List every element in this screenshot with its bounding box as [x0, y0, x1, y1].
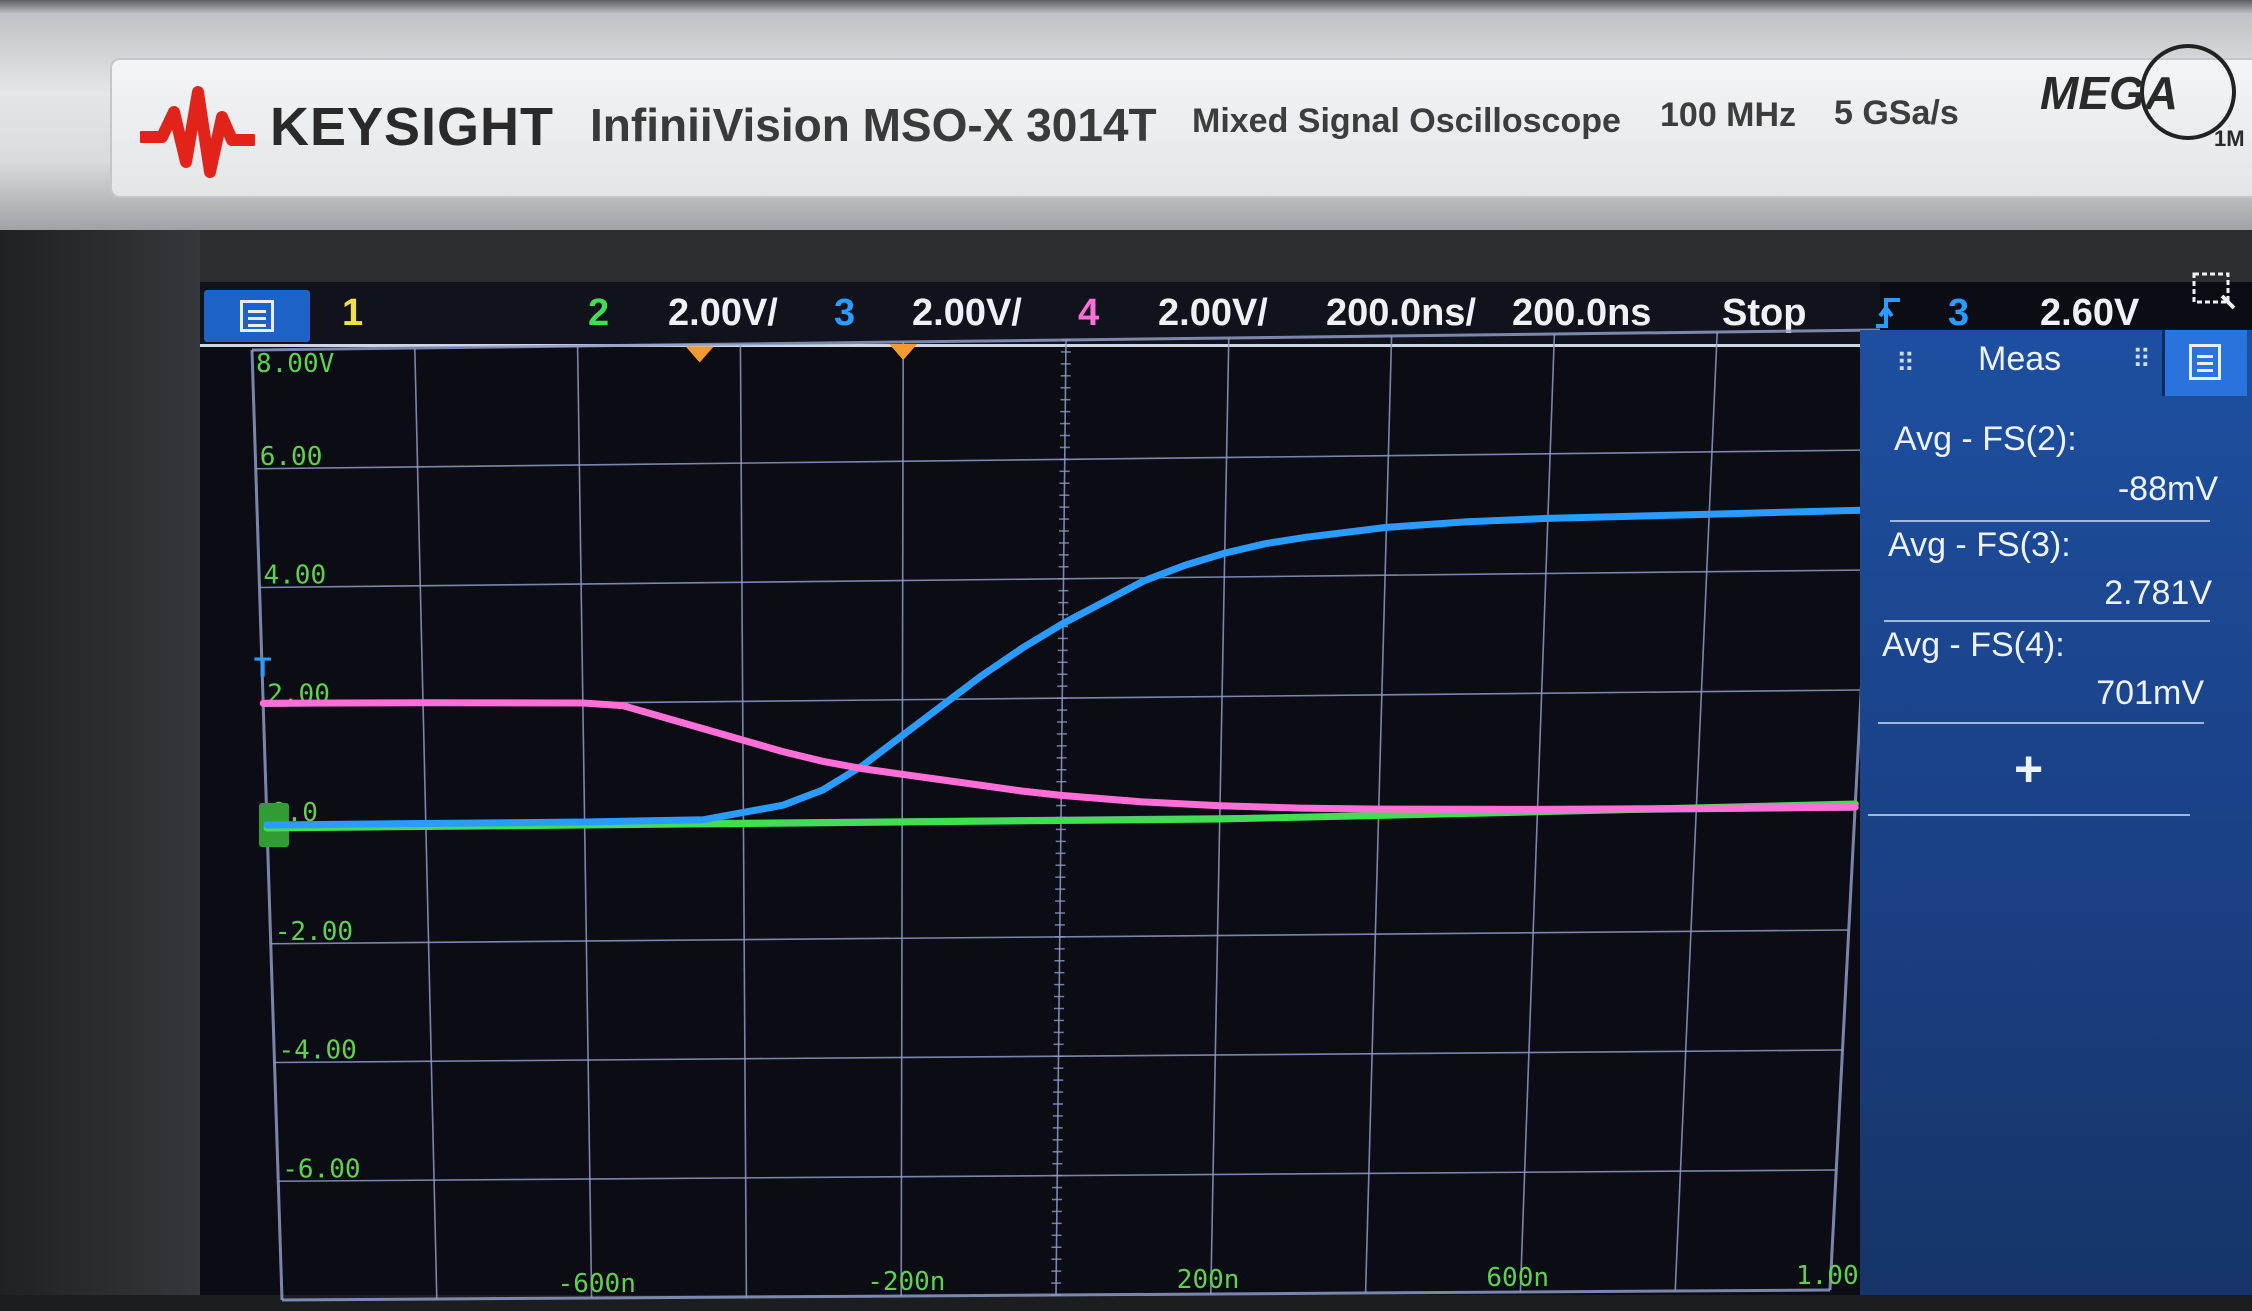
meas-menu-button[interactable]	[2162, 330, 2247, 396]
y-tick-label: 6.00	[260, 442, 323, 472]
meas-value: -88mV	[2117, 470, 2218, 508]
meas-label[interactable]: Avg - FS(4):	[1882, 626, 2065, 665]
x-tick-label: -600n	[558, 1269, 636, 1299]
meas-panel-title: Meas	[1978, 340, 2062, 378]
trigger-level-marker: T	[254, 652, 271, 683]
trigger-marker	[685, 346, 714, 363]
y-tick-label: -4.00	[279, 1036, 357, 1066]
document-icon	[2189, 344, 2221, 380]
meas-value: 2.781V	[2104, 574, 2212, 612]
grip-icon[interactable]: ⠿	[2132, 344, 2151, 375]
divider	[1868, 814, 2190, 816]
meas-label[interactable]: Avg - FS(3):	[1888, 526, 2071, 565]
x-tick-label: -200n	[867, 1267, 945, 1297]
x-tick-label: 200n	[1177, 1265, 1240, 1295]
grip-icon[interactable]: ⠿	[1896, 348, 1915, 379]
meas-label[interactable]: Avg - FS(2):	[1894, 420, 2077, 459]
y-tick-label: 8.00V	[256, 349, 334, 379]
y-tick-label: -6.00	[282, 1154, 360, 1184]
trace-channel-3	[263, 506, 1875, 829]
trace-channel-4	[259, 699, 1859, 813]
divider	[1890, 520, 2210, 522]
meas-value: 701mV	[2096, 674, 2204, 712]
divider	[1878, 722, 2204, 724]
trigger-marker	[889, 344, 918, 360]
x-tick-label: 600n	[1486, 1263, 1549, 1293]
divider	[1884, 620, 2210, 622]
y-tick-label: 4.00	[264, 561, 327, 591]
y-tick-label: -2.00	[275, 917, 353, 947]
add-measurement-button[interactable]: +	[2014, 740, 2043, 798]
